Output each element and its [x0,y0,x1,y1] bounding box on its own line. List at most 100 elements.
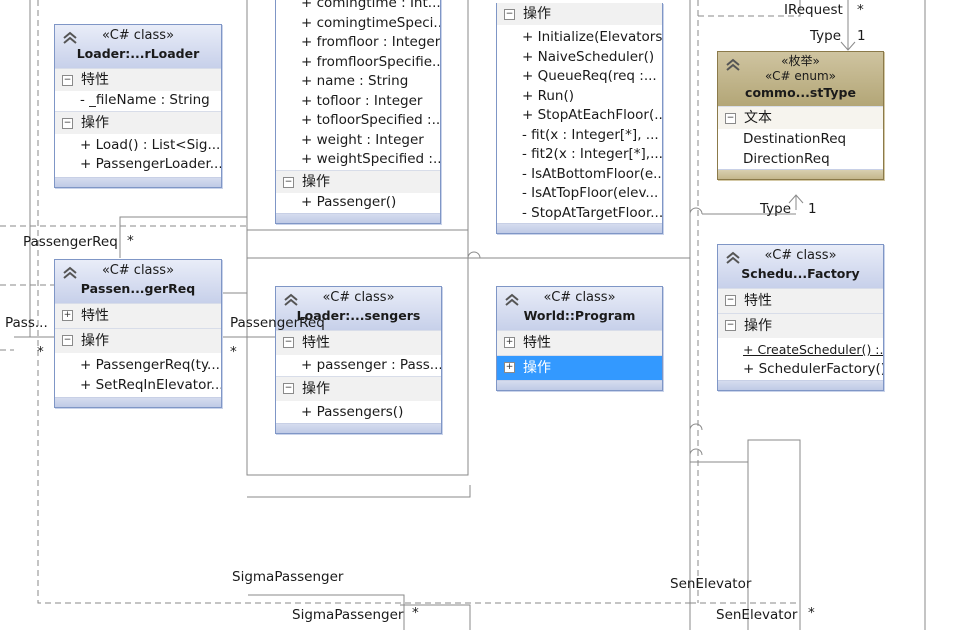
member-row[interactable]: + fromfloorSpecifie... [276,53,440,73]
enum-box[interactable]: «枚举» «C# enum» commo...stType − 文本 Destin… [717,51,884,180]
section-operations[interactable]: − 操作 [497,3,662,25]
member-row[interactable]: + Initialize(Elevators... [497,28,662,48]
collapse-minus-icon[interactable]: − [62,75,73,86]
literal-row[interactable]: DirectionReq [718,150,883,170]
collapse-chevron-icon[interactable] [724,250,742,266]
collapse-minus-icon[interactable]: − [725,113,736,124]
connector [689,423,703,431]
section-operations[interactable]: − 操作 [718,313,883,338]
class-scheduler-box[interactable]: − 操作 + Initialize(Elevators... + NaiveSch… [496,3,663,234]
member-row[interactable]: + comingtimeSpeci... [276,14,440,34]
member-row[interactable]: + comingtime : Int... [276,0,440,14]
section-operations[interactable]: − 操作 [55,328,221,353]
stereotype-cn: «枚举» [781,54,820,68]
member-row[interactable]: + Passengers() [276,401,441,423]
role-label-passengerreq: PassengerReq [23,234,118,250]
class-loader-box[interactable]: «C# class» Loader:...rLoader − 特性 - _file… [54,24,222,188]
enum-name: commo...stType [745,85,856,100]
role-label-passengerreq: PassengerReq [230,315,325,331]
member-row[interactable]: - fit(x : Integer[*], ... [497,126,662,146]
member-row[interactable]: - StopAtTargetFloor... [497,204,662,224]
member-row[interactable]: + fromfloor : Integer [276,33,440,53]
class-name: Loader:...rLoader [76,46,200,61]
class-passenger-box[interactable]: + comingtime : Int... + comingtimeSpeci.… [275,0,441,224]
member-row[interactable]: + name : String [276,72,440,92]
enum-header: «枚举» «C# enum» commo...stType [718,52,883,106]
collapse-minus-icon[interactable]: − [62,117,73,129]
section-operations[interactable]: − 操作 [276,375,441,401]
member-row[interactable]: + StopAtEachFloor(... [497,106,662,126]
section-attributes[interactable]: − 特性 [276,330,441,355]
member-row[interactable]: + passenger : Pass... [276,355,441,376]
multiplicity-label: 1 [857,28,866,44]
multiplicity-label: * [412,605,419,621]
section-operations[interactable]: − 操作 [55,110,221,134]
member-row[interactable]: - IsAtBottomFloor(e... [497,165,662,185]
collapse-minus-icon[interactable]: − [62,335,73,346]
stereotype: «C# class» [101,28,175,43]
section-attributes[interactable]: − 特性 [718,288,883,313]
connector [14,0,54,338]
member-row[interactable]: + weight : Integer [276,131,440,151]
expand-plus-icon[interactable]: + [62,310,73,321]
class-factory-box[interactable]: «C# class» Schedu...Factory − 特性 − 操作 + Cr… [717,244,884,391]
collapse-minus-icon[interactable]: − [283,176,294,188]
member-row[interactable]: + QueueReq(req :... [497,67,662,87]
member-row[interactable]: + SchedulerFactory() [718,360,883,380]
member-row[interactable]: + SetReqInElevator... [55,376,221,396]
member-row[interactable]: + PassengerLoader... [55,155,221,175]
member-row[interactable]: + tofloorSpecified :... [276,111,440,131]
multiplicity-label: * [230,344,237,360]
collapse-chevron-icon[interactable] [61,265,79,281]
member-row[interactable]: + Passenger() [276,193,440,213]
section-attributes[interactable]: − 特性 [55,68,221,91]
role-label-senelevator: SenElevator [716,607,798,623]
collapse-chevron-icon[interactable] [61,30,79,46]
class-name: Passen...gerReq [80,281,196,296]
class-program-box[interactable]: «C# class» World::Program + 特性 + 操作 [496,286,663,391]
collapse-minus-icon[interactable]: − [283,337,294,348]
connector [689,207,703,215]
member-row-static[interactable]: + CreateScheduler() :... [718,340,883,360]
member-row[interactable]: - fit2(x : Integer[*],... [497,145,662,165]
section-operations[interactable]: − 操作 [276,169,440,193]
multiplicity-label: * [808,605,815,621]
role-label-pass: Pass... [5,315,48,331]
collapse-minus-icon[interactable]: − [725,320,736,331]
literal-row[interactable]: DestinationReq [718,130,883,150]
collapse-chevron-icon[interactable] [724,57,742,73]
stereotype: «C# class» [764,248,837,263]
member-row[interactable]: + weightSpecified :... [276,150,440,170]
member-row[interactable]: + NaiveScheduler() [497,48,662,68]
section-attributes[interactable]: + 特性 [55,303,221,328]
multiplicity-label: 1 [808,201,817,217]
multiplicity-label: * [857,2,864,18]
class-passengerreq-box[interactable]: «C# class» Passen...gerReq + 特性 − 操作 + Pas… [54,259,222,408]
role-label-type: Type [810,28,842,44]
connector [747,439,801,630]
member-row[interactable]: - _fileName : String [55,91,221,111]
connector [119,216,247,258]
expand-plus-icon[interactable]: + [504,337,515,348]
class-header: «C# class» World::Program [497,287,662,330]
collapse-chevron-icon[interactable] [503,292,521,308]
stereotype: «C# class» [322,290,395,305]
section-operations-selected[interactable]: + 操作 [497,355,662,380]
collapse-minus-icon[interactable]: − [283,382,294,394]
member-row[interactable]: + PassengerReq(ty... [55,356,221,376]
section-literals[interactable]: − 文本 [718,106,883,129]
role-label-irequest: IRequest [784,2,843,18]
collapse-minus-icon[interactable]: − [725,295,736,306]
section-attributes[interactable]: + 特性 [497,330,662,355]
role-label-sigmapassenger: SigmaPassenger [232,569,344,585]
member-row[interactable]: + Run() [497,87,662,107]
class-passengers-box[interactable]: «C# class» Loader:...sengers − 特性 + passe… [275,286,442,434]
class-name: Schedu...Factory [741,266,860,281]
member-row[interactable]: + Load() : List<Sig... [55,136,221,156]
role-label-sigmapassenger: SigmaPassenger [292,607,404,623]
member-row[interactable]: + tofloor : Integer [276,92,440,112]
member-row[interactable]: - IsAtTopFloor(elev... [497,184,662,204]
expand-plus-icon[interactable]: + [504,362,515,373]
collapse-chevron-icon[interactable] [282,292,300,308]
collapse-minus-icon[interactable]: − [504,9,515,20]
